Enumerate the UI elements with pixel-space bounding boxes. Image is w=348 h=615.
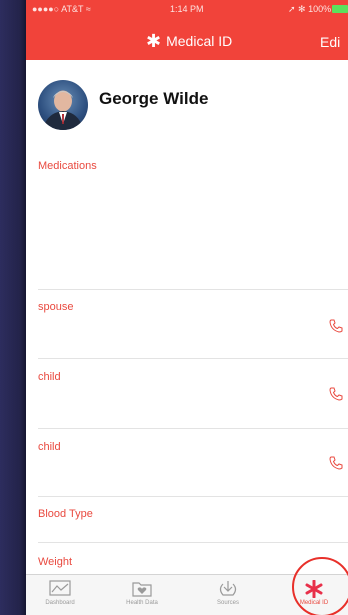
call-phone-icon[interactable] [328, 455, 344, 471]
contact-relation-label: spouse [38, 301, 74, 313]
carrier-signal: ●●●●○ AT&T ≈ [32, 4, 91, 14]
health-app-screen: ●●●●○ AT&T ≈ 1:14 PM ➚ ✻ 100% ✱ Medical … [26, 0, 348, 615]
status-time: 1:14 PM [170, 4, 204, 14]
divider [38, 289, 348, 290]
contact-relation-label: child [38, 441, 61, 453]
tab-dashboard[interactable]: Dashboard [28, 577, 92, 606]
tab-sources[interactable]: Sources [196, 577, 260, 606]
tab-label: Health Data [126, 600, 158, 606]
medications-label: Medications [38, 160, 97, 172]
health-data-icon [132, 582, 152, 597]
battery-status: ➚ ✻ 100% [288, 4, 332, 14]
divider [38, 428, 348, 429]
page-title: ✱ Medical ID [146, 31, 233, 51]
blood-type-label: Blood Type [38, 508, 93, 520]
weight-label: Weight [38, 556, 73, 568]
page-title-label: Medical ID [166, 33, 233, 49]
profile-name: George Wilde [99, 89, 209, 108]
dashboard-icon [49, 580, 71, 596]
call-phone-icon[interactable] [328, 318, 344, 334]
status-bar: ●●●●○ AT&T ≈ 1:14 PM ➚ ✻ 100% [26, 0, 348, 20]
tab-health-data[interactable]: Health Data [110, 577, 174, 606]
tab-label: Dashboard [45, 600, 75, 606]
divider [38, 496, 348, 497]
medical-star-icon: ✱ [146, 31, 162, 51]
divider [38, 542, 348, 543]
divider [38, 358, 348, 359]
call-phone-icon[interactable] [328, 386, 344, 402]
contact-relation-label: child [38, 371, 61, 383]
nav-header: ●●●●○ AT&T ≈ 1:14 PM ➚ ✻ 100% ✱ Medical … [26, 0, 348, 60]
tab-label: Sources [216, 600, 239, 606]
edit-button[interactable]: Edi [320, 34, 340, 50]
highlight-circle [292, 557, 348, 615]
avatar [38, 80, 88, 130]
sources-icon [219, 581, 237, 596]
battery-icon [332, 5, 348, 13]
